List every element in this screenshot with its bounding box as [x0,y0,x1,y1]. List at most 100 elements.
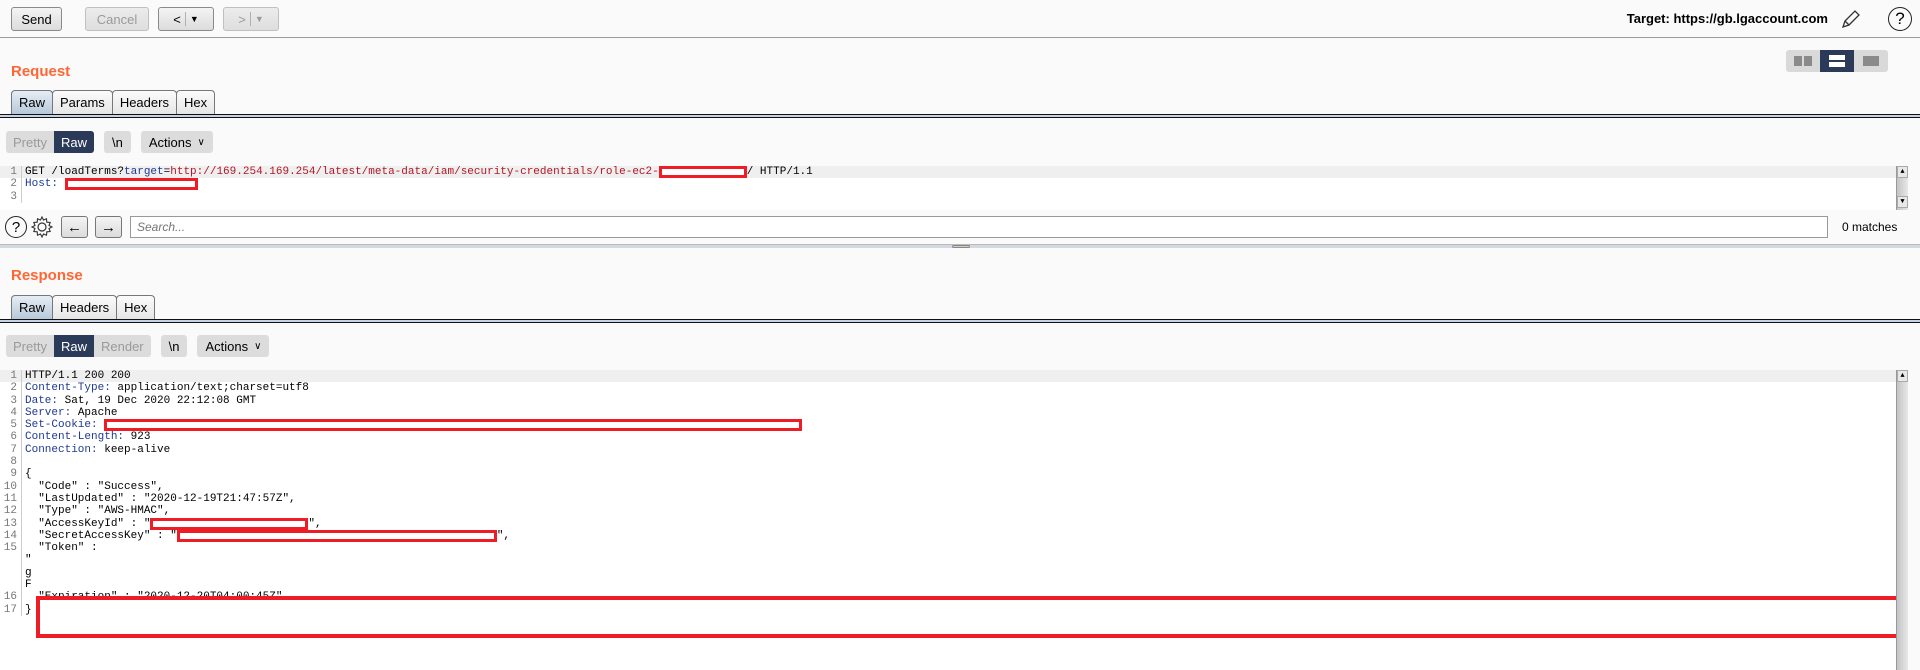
code-token: "Token" : [25,542,98,555]
single-pane-icon [1863,56,1879,66]
code-token: target [124,166,164,178]
code-token: GET /loadTerms? [25,166,125,178]
rows-icon [1829,55,1845,67]
layout-stacked-button[interactable] [1820,50,1854,72]
request-editor[interactable]: 1 GET /loadTerms? target = http://169.254.16… [0,166,1908,210]
request-tab-raw[interactable]: Raw [11,90,54,114]
response-line: 3 Date: Sat, 19 Dec 2020 22:12:08 GMT [0,394,1908,407]
layout-toggle [1786,50,1888,72]
response-view-bar: Pretty Raw Render \n Actions ∨ [6,335,270,357]
code-token: Set-Cookie: [25,419,98,432]
redaction-box [150,517,309,530]
response-tabs: Raw Headers Hex [11,295,156,319]
pane-splitter[interactable] [0,244,1920,248]
code-token: Apache [71,406,118,419]
columns-icon [1794,56,1812,66]
response-line: 15 "Token" : [0,542,1908,555]
help-icon[interactable]: ? [5,216,27,238]
line-number [0,566,22,580]
redaction-box [104,419,803,432]
code-token: Sat, 19 Dec 2020 22:12:08 GMT [58,394,257,407]
search-previous-button[interactable]: ← [61,216,88,238]
line-number: 1 [0,166,22,179]
redaction-box [658,166,747,178]
chevron-down-icon: ∨ [254,340,262,352]
scroll-down-icon[interactable]: ▼ [1897,196,1908,208]
line-number [0,554,22,567]
code-token: 923 [124,431,151,444]
response-tab-headers[interactable]: Headers [52,295,118,319]
cancel-button[interactable]: Cancel [85,7,149,31]
response-line: 2 Content-Type: application/text;charset=… [0,382,1908,395]
request-tab-hex[interactable]: Hex [175,90,216,114]
code-token: http://169.254.169.254/latest/meta-data/… [170,166,659,178]
code-token: Date: [25,394,59,407]
line-number: 12 [0,505,22,518]
forward-history-dropdown-icon[interactable]: ▼ [255,14,264,24]
request-actions-button[interactable]: Actions ∨ [140,131,213,153]
top-toolbar: Send Cancel < ▼ > ▼ Target: https://gb.l… [0,0,1920,38]
response-view-mode: Pretty Raw Render [6,335,151,357]
line-number: 16 [0,591,22,604]
response-render-button[interactable]: Render [94,335,151,357]
response-line: 10 "Code" : "Success", [0,480,1908,493]
request-tab-params[interactable]: Params [52,90,113,114]
search-input[interactable] [130,216,1828,238]
forward-button[interactable]: > ▼ [223,7,279,31]
layout-side-by-side-button[interactable] [1786,50,1820,72]
line-number: 10 [0,480,22,493]
line-number: 7 [0,443,22,457]
scroll-up-icon[interactable]: ▲ [1897,166,1908,178]
line-number: 3 [0,394,22,407]
response-line: 1 HTTP/1.1 200 200 [0,370,1908,383]
code-token: "Type" : "AWS-HMAC", [25,505,171,518]
back-history-dropdown-icon[interactable]: ▼ [190,14,199,24]
request-tab-headers[interactable]: Headers [111,90,177,114]
token-redaction-box [36,596,1900,638]
code-token: HTTP/1.1 200 200 [25,370,131,382]
response-line: 11 "LastUpdated" : "2020-12-19T21:47:57Z… [0,492,1908,506]
back-arrow-icon: < [173,11,181,27]
scroll-up-icon[interactable]: ▲ [1897,370,1908,382]
response-raw-button[interactable]: Raw [53,335,94,357]
search-next-button[interactable]: → [95,216,122,238]
target-label: Target: https://gb.lgaccount.com [1626,11,1828,26]
back-button[interactable]: < ▼ [158,7,214,31]
response-tab-hex[interactable]: Hex [116,295,156,319]
response-editor[interactable]: 1 HTTP/1.1 200 200 2 Content-Type: applica… [0,370,1908,670]
response-tab-raw[interactable]: Raw [11,295,54,319]
redaction-box [176,529,497,542]
code-token: "SecretAccessKey" : " [25,529,177,542]
help-icon[interactable]: ? [1888,7,1912,31]
code-token: keep-alive [97,443,171,456]
chevron-down-icon: ∨ [197,136,205,148]
response-line: 13 "AccessKeyId" : " ", [0,517,1908,530]
request-title: Request [11,63,71,80]
response-line: 6 Content-Length: 923 [0,431,1908,444]
layout-single-button[interactable] [1854,50,1888,72]
request-raw-button[interactable]: Raw [53,131,94,153]
code-token: = [163,166,171,178]
request-pretty-button[interactable]: Pretty [6,131,54,153]
request-newline-toggle[interactable]: \n [103,131,131,153]
request-tabs: Raw Params Headers Hex [11,90,216,114]
request-search-bar: ? ← → 0 matches [0,213,1920,241]
code-token: ", [496,529,511,542]
gear-icon[interactable] [30,215,54,239]
response-actions-button[interactable]: Actions ∨ [197,335,270,357]
pencil-icon[interactable] [1840,8,1862,30]
line-number [0,579,22,592]
response-scrollbar[interactable]: ▲ [1896,370,1908,670]
code-token: g [25,566,32,579]
request-view-mode: Pretty Raw [6,131,94,153]
code-token: "Code" : "Success", [25,480,164,493]
response-pretty-button[interactable]: Pretty [6,335,54,357]
splitter-grip-icon[interactable] [952,245,970,248]
send-button[interactable]: Send [11,7,62,31]
response-line: 14 "SecretAccessKey" : " ", [0,529,1908,543]
request-scrollbar[interactable]: ▲ ▼ [1896,166,1908,210]
code-token: Server: [25,406,72,419]
response-line: 5 Set-Cookie: [0,419,1908,432]
response-newline-toggle[interactable]: \n [160,335,188,357]
